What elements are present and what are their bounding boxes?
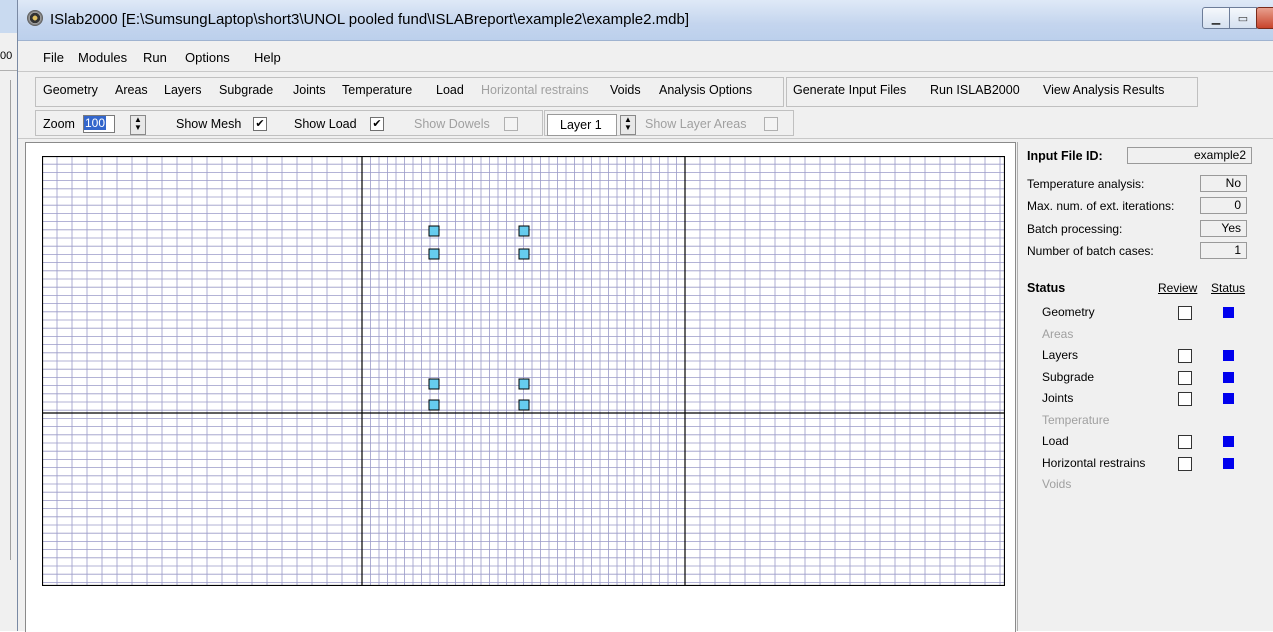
load-marker (428, 399, 440, 411)
maximize-button[interactable]: ▭ (1229, 7, 1257, 29)
info-panel: Input File ID: example2 Temperature anal… (1017, 142, 1260, 631)
toolbar-run-islab2000[interactable]: Run ISLAB2000 (930, 83, 1020, 97)
app-icon[interactable] (27, 10, 43, 26)
close-button[interactable]: ✕ (1256, 7, 1273, 29)
status-row-geometry: Geometry (1042, 305, 1095, 319)
view-toolbar: Zoom 100 ▲ ▼ Show Mesh ✔ Show Load ✔ Show… (18, 108, 1273, 139)
show-dowels-label: Show Dowels (414, 117, 490, 131)
window-title: ISlab2000 [E:\SumsungLaptop\short3\UNOL … (50, 11, 690, 28)
layer-spinner[interactable]: ▲ ▼ (620, 115, 636, 135)
background-window-divider (10, 80, 11, 560)
mesh-grid-lines (42, 156, 1005, 586)
status-row-temperature: Temperature (1042, 412, 1110, 427)
show-layer-areas-checkbox (764, 117, 778, 131)
review-checkbox[interactable] (1178, 435, 1192, 449)
toolbar-subgrade[interactable]: Subgrade (219, 83, 273, 97)
review-checkbox[interactable] (1178, 306, 1192, 320)
toolbar-generate-input-files[interactable]: Generate Input Files (793, 83, 906, 97)
toolbar-layers[interactable]: Layers (164, 83, 202, 97)
review-checkbox[interactable] (1178, 370, 1192, 385)
toolbar-view-analysis-results[interactable]: View Analysis Results (1043, 83, 1164, 97)
load-marker (518, 225, 530, 237)
toolbar-load[interactable]: Load (436, 83, 464, 97)
info-label-iterations: Max. num. of ext. iterations: (1027, 199, 1175, 213)
status-row-horizontal-restrains: Horizontal restrains (1042, 455, 1146, 470)
layer-selector[interactable]: Layer 1 (547, 114, 617, 136)
info-value-batch-cases: 1 (1200, 242, 1247, 259)
menu-options[interactable]: Options (185, 50, 230, 65)
zoom-value: 100 (84, 116, 107, 130)
toolbar-joints[interactable]: Joints (293, 83, 326, 97)
module-toolbar: Geometry Areas Layers Subgrade Joints Te… (18, 73, 1273, 107)
status-indicator (1223, 457, 1234, 469)
review-checkbox[interactable] (1178, 349, 1192, 363)
mesh-canvas[interactable] (25, 142, 1016, 632)
input-file-value: example2 (1127, 147, 1252, 164)
load-marker (518, 399, 530, 411)
status-header: Status (1211, 281, 1246, 295)
load-marker (428, 248, 440, 260)
status-row-voids: Voids (1042, 477, 1072, 491)
status-row-layers: Layers (1042, 348, 1079, 362)
menu-bar: File Modules Run Options Help (18, 41, 1273, 72)
load-marker (428, 378, 440, 390)
show-mesh-checkbox[interactable]: ✔ (253, 117, 267, 131)
toolbar-analysis-options[interactable]: Analysis Options (659, 83, 752, 97)
load-markers (428, 225, 530, 411)
toolbar-areas[interactable]: Areas (115, 83, 148, 97)
review-checkbox[interactable] (1178, 392, 1192, 406)
load-marker (428, 225, 440, 237)
status-indicator (1223, 393, 1234, 404)
menu-file[interactable]: File (43, 50, 64, 65)
status-title: Status (1027, 281, 1066, 295)
status-row-subgrade: Subgrade (1042, 369, 1095, 384)
status-indicator (1223, 350, 1234, 361)
islab-window: ISlab2000 [E:\SumsungLaptop\short3\UNOL … (17, 0, 1273, 632)
review-header: Review (1158, 281, 1198, 295)
info-label-batch: Batch processing: (1027, 222, 1123, 236)
minimize-button[interactable]: ▁ (1202, 7, 1230, 29)
info-label-batch-cases: Number of batch cases: (1027, 244, 1154, 258)
load-marker (518, 248, 530, 260)
status-row-load: Load (1042, 434, 1069, 448)
show-load-label: Show Load (294, 117, 357, 131)
toolbar-horizontal-restrains: Horizontal restrains (481, 83, 589, 97)
info-value-temperature: No (1200, 175, 1247, 192)
show-mesh-label: Show Mesh (176, 117, 242, 131)
mesh-drawing (42, 156, 1005, 586)
menu-help[interactable]: Help (254, 50, 281, 65)
background-window-fragment: 00 (0, 50, 13, 62)
status-row-joints: Joints (1042, 391, 1074, 405)
status-indicator (1223, 307, 1234, 318)
show-layer-areas-label: Show Layer Areas (645, 117, 747, 131)
toolbar-geometry[interactable]: Geometry (43, 83, 98, 97)
review-checkbox[interactable] (1178, 456, 1192, 471)
status-row-areas: Areas (1042, 326, 1074, 341)
toolbar-voids[interactable]: Voids (610, 83, 641, 97)
zoom-input[interactable]: 100 (83, 115, 115, 133)
load-marker (518, 378, 530, 390)
title-bar[interactable]: ISlab2000 [E:\SumsungLaptop\short3\UNOL … (18, 0, 1273, 41)
show-load-checkbox[interactable]: ✔ (370, 117, 384, 131)
menu-modules[interactable]: Modules (78, 50, 127, 65)
layer-value: Layer 1 (560, 118, 602, 132)
input-file-label: Input File ID: (1027, 149, 1103, 163)
info-label-temperature: Temperature analysis: (1027, 177, 1145, 191)
status-indicator (1223, 371, 1234, 383)
status-indicator (1223, 436, 1234, 447)
show-dowels-checkbox (504, 117, 518, 131)
info-value-batch: Yes (1200, 220, 1247, 237)
zoom-label: Zoom (43, 117, 75, 131)
toolbar-temperature[interactable]: Temperature (342, 83, 412, 97)
zoom-spinner[interactable]: ▲ ▼ (130, 115, 146, 135)
info-value-iterations: 0 (1200, 197, 1247, 214)
menu-run[interactable]: Run (143, 50, 167, 65)
